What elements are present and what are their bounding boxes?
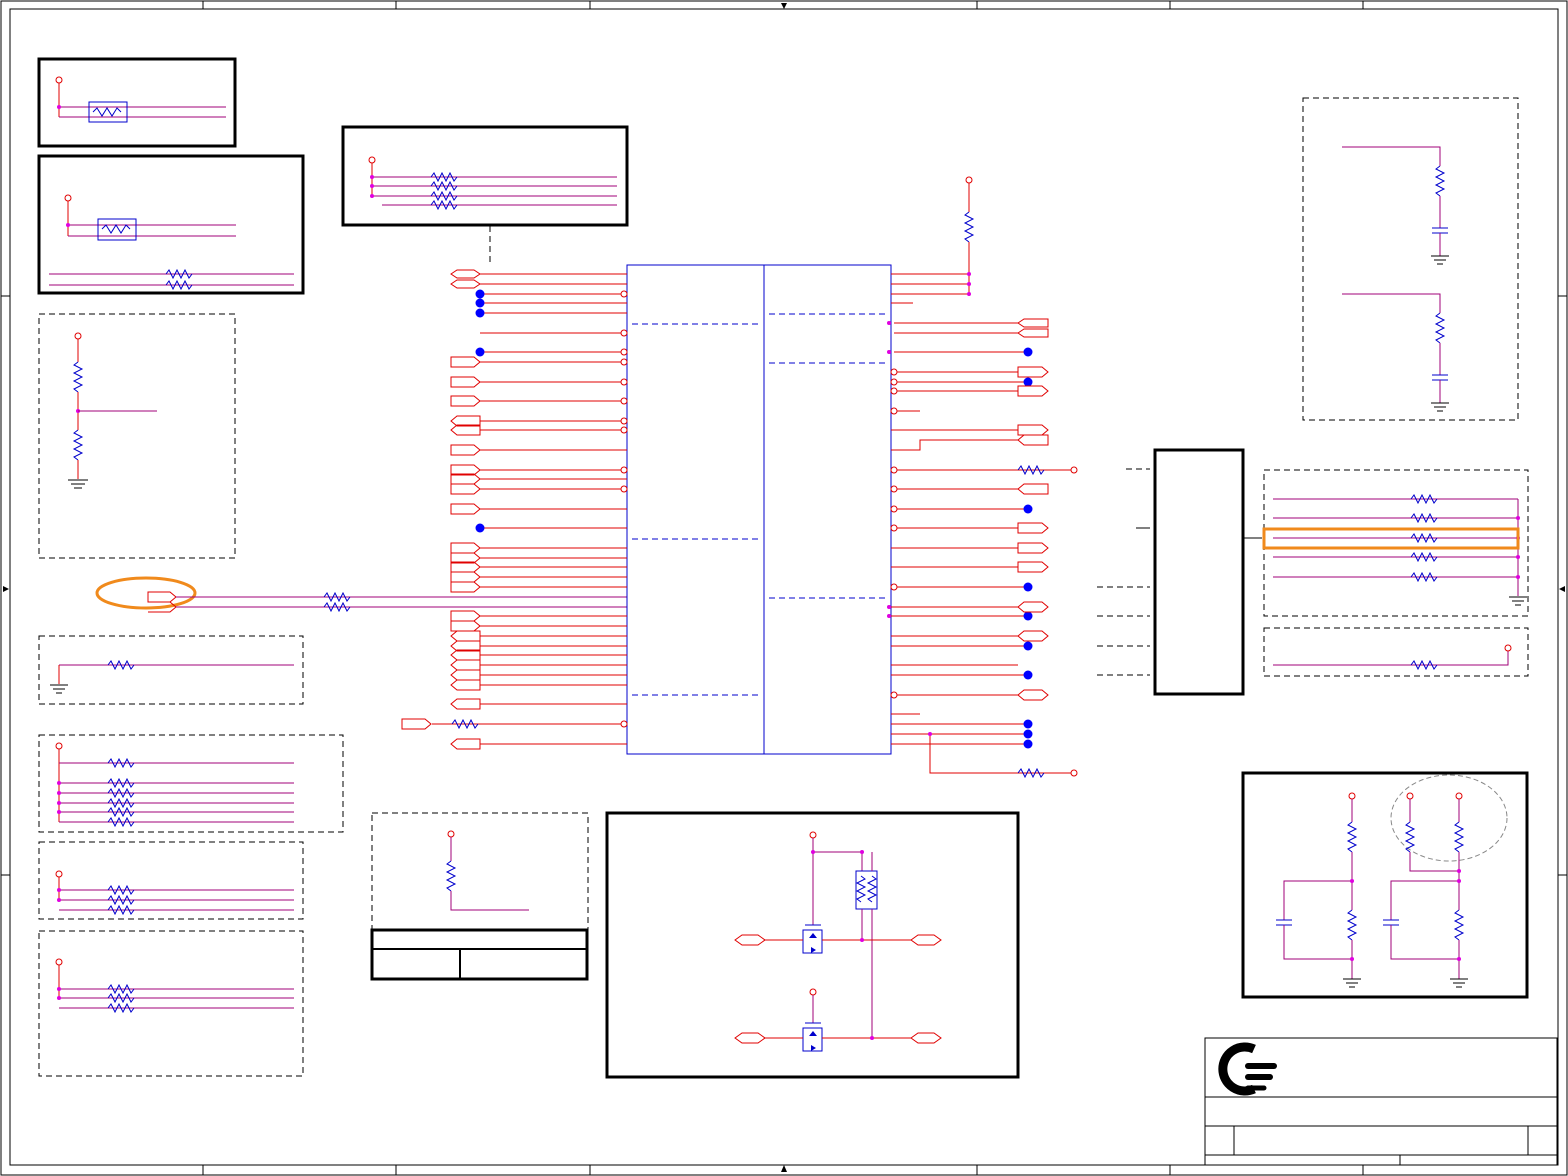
power-fuse-block-1 [37, 57, 237, 148]
company-logo [1218, 1042, 1277, 1096]
title-block [1204, 1037, 1558, 1166]
power-fuse-block-2 [37, 154, 305, 295]
divider-filter-block [1241, 771, 1529, 999]
port-connector-left-center [95, 576, 627, 613]
ic-right-pins [887, 176, 1078, 779]
pullup-array-block-1 [38, 734, 344, 833]
power-pin [55, 76, 63, 84]
ferrite-bead [88, 101, 128, 123]
pulldown-block [38, 635, 304, 705]
sheet-frame [0, 0, 1568, 1176]
pullup-block-right [1263, 627, 1529, 677]
connector-block [1097, 448, 1262, 696]
pullup-array-block-3 [38, 930, 304, 1077]
rc-filter-block [1302, 97, 1519, 421]
pullup-block-bottom-center [370, 812, 589, 981]
ferrite-bead [97, 218, 137, 241]
resistor [72, 361, 84, 393]
no-connect-markers [475, 289, 485, 533]
port-connector [401, 269, 481, 750]
ic-left-pins [401, 269, 628, 750]
revision-table [370, 928, 589, 981]
schematic-sheet [0, 0, 1568, 1176]
main-ic [626, 264, 892, 755]
ground-symbol [68, 479, 88, 489]
level-shifter-block [605, 811, 1020, 1079]
resistor [963, 211, 975, 243]
termination-resistor-array [1262, 469, 1529, 617]
pullup-resistor-block-top [341, 125, 629, 265]
pullup-array-block-2 [38, 841, 304, 920]
voltage-divider-block [38, 313, 236, 559]
